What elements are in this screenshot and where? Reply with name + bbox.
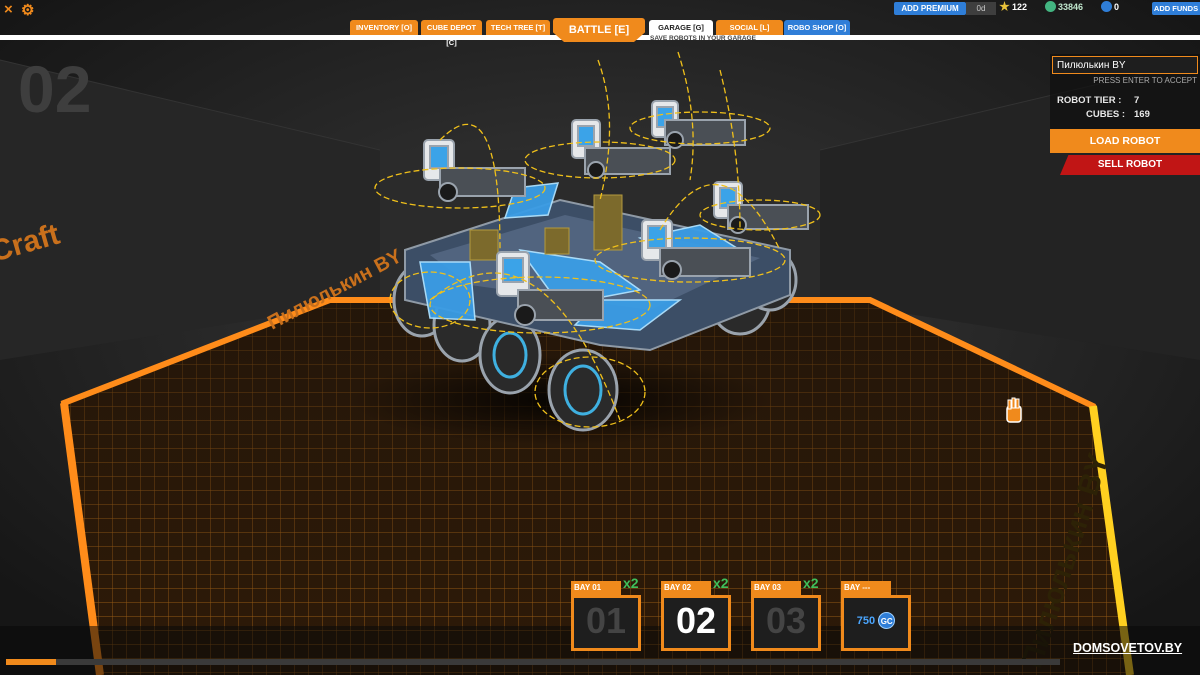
watermark: DOMSOVETOV.BY: [1073, 641, 1183, 655]
gc-icon: [1101, 1, 1112, 12]
bay-number: 02: [675, 600, 717, 641]
tab-inventory[interactable]: INVENTORY [O]: [350, 20, 418, 35]
bay-label: BAY ---: [841, 581, 891, 595]
tech-points-stat: 122: [999, 1, 1027, 12]
star-icon: [999, 1, 1010, 12]
robits-value: 33846: [1058, 1, 1084, 12]
bay-price-value: 750: [856, 615, 876, 627]
tab-tech-tree[interactable]: TECH TREE [T]: [486, 20, 550, 35]
tab-robo-shop[interactable]: ROBO SHOP [O]: [784, 20, 850, 35]
progress-fill: [6, 659, 56, 665]
bay-slot-01[interactable]: BAY 01 x2 01: [571, 575, 641, 653]
close-icon[interactable]: ×: [4, 1, 13, 18]
buy-bay-slot[interactable]: BAY --- 750 GC: [841, 581, 911, 653]
load-robot-button[interactable]: LOAD ROBOT: [1050, 129, 1200, 153]
galaxy-credits-stat: 0: [1101, 1, 1119, 12]
robot-tier-value: 7: [1134, 95, 1140, 106]
cubes-value: 169: [1134, 109, 1150, 120]
tab-garage[interactable]: GARAGE [G]: [649, 20, 713, 35]
bay-label: BAY 02: [661, 581, 711, 595]
tab-social[interactable]: SOCIAL [L]: [716, 20, 783, 35]
hand-cursor-icon: [1006, 397, 1022, 423]
bay-multiplier: x2: [713, 575, 729, 591]
settings-icon[interactable]: ⚙: [21, 1, 34, 19]
robot-name-input[interactable]: [1052, 56, 1198, 74]
bay-label: BAY 03: [751, 581, 801, 595]
bay-number: 01: [585, 600, 627, 641]
name-hint: PRESS ENTER TO ACCEPT: [1093, 76, 1197, 85]
garage-scene: Craft Пилюлькин BY Пилюлькин BY 02: [0, 0, 1200, 675]
cubes-label: CUBES :: [1086, 109, 1126, 120]
bay-slot-02[interactable]: BAY 02 x2 02: [661, 575, 731, 653]
tab-cube-depot[interactable]: CUBE DEPOT [C]: [421, 20, 482, 47]
bay-multiplier: x2: [803, 575, 819, 591]
bay-number-display: 02: [18, 52, 91, 126]
tab-battle[interactable]: BATTLE [E]: [553, 18, 645, 42]
add-funds-button[interactable]: ADD FUNDS: [1152, 2, 1200, 15]
gc-currency-icon: GC: [878, 612, 896, 629]
add-premium-button[interactable]: ADD PREMIUM: [894, 2, 966, 15]
bay-price: 750 GC: [841, 612, 911, 629]
tech-points-value: 122: [1012, 1, 1028, 12]
bay-multiplier: x2: [623, 575, 639, 591]
progress-bar: [6, 659, 1060, 665]
bay-slot-03[interactable]: BAY 03 x2 03: [751, 575, 821, 653]
galaxy-credits-value: 0: [1114, 1, 1120, 12]
premium-days: 0d: [966, 2, 996, 15]
sell-robot-button[interactable]: SELL ROBOT: [1060, 155, 1200, 175]
bay-number: 03: [765, 600, 807, 641]
robits-icon: [1045, 1, 1056, 12]
robits-stat: 33846: [1045, 1, 1083, 12]
tab-hint: SAVE ROBOTS IN YOUR GARAGE: [650, 35, 756, 42]
robot-tier-label: ROBOT TIER :: [1057, 95, 1122, 106]
bay-label: BAY 01: [571, 581, 621, 595]
